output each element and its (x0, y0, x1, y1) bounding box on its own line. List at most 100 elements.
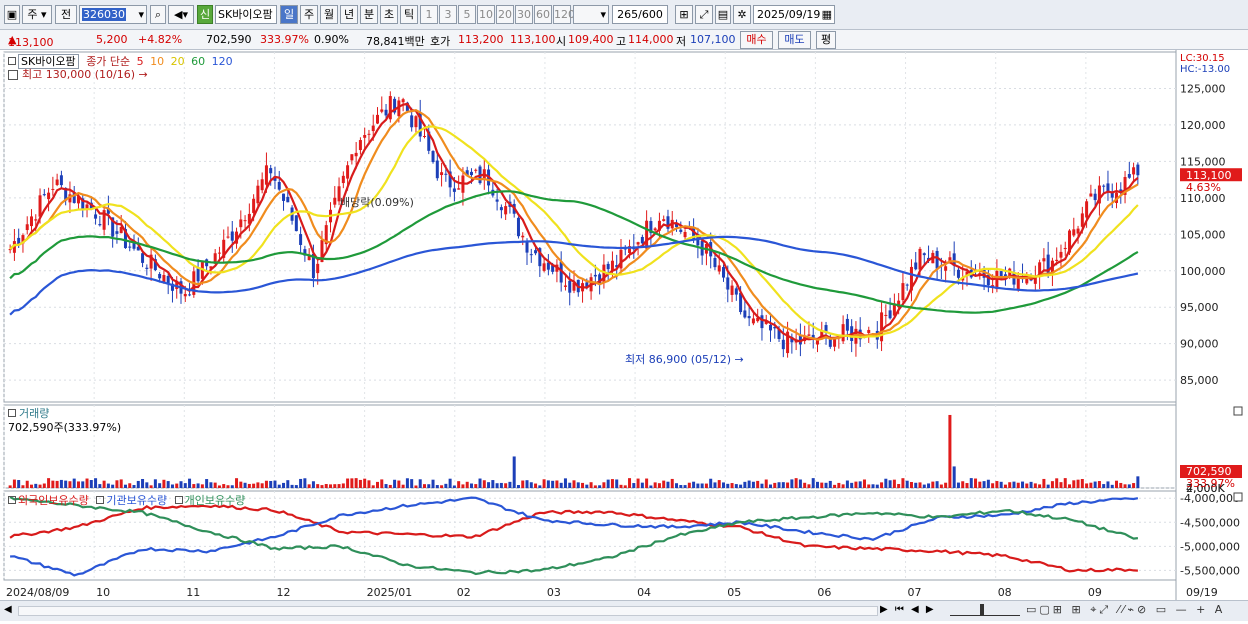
ma-120-label[interactable]: 120 (212, 55, 233, 68)
volume-bar (166, 481, 170, 488)
scroll-nav-icons[interactable]: ▶ ⏮ ◀ ▶ (880, 604, 936, 615)
tab-minute[interactable]: 분 (360, 5, 378, 24)
gear-icon[interactable]: ✲ (733, 5, 751, 24)
prev-button[interactable]: 전 (55, 5, 77, 24)
volume-bar (499, 482, 503, 488)
date-field[interactable]: 2025/09/19 ▦ (753, 5, 835, 24)
candle-body (94, 214, 98, 219)
interval-select[interactable]: ▾ (573, 5, 609, 24)
volume-bar (294, 485, 298, 488)
interval-1[interactable]: 1 (420, 5, 438, 24)
tab-tick[interactable]: 틱 (400, 5, 418, 24)
tab-month[interactable]: 월 (320, 5, 338, 24)
interval-5[interactable]: 5 (458, 5, 476, 24)
candle-body (431, 151, 435, 163)
stock-name-field: SK바이오팜 (215, 5, 277, 24)
checkbox-icon[interactable] (96, 496, 105, 504)
volume-bar (175, 483, 179, 488)
ma-60-label[interactable]: 60 (191, 55, 205, 68)
institution-holding-label[interactable]: 기관보유수량 (106, 494, 167, 507)
volume-bar (491, 480, 495, 488)
interval-60[interactable]: 60 (534, 5, 552, 24)
interval-20[interactable]: 20 (496, 5, 514, 24)
search-icon[interactable]: ⌕ (150, 5, 166, 24)
tab-week[interactable]: 주 (300, 5, 318, 24)
volume-bar (431, 479, 435, 488)
sell-button[interactable]: 매도 (778, 31, 811, 49)
draw-tool-icon[interactable]: ⤢ (695, 5, 713, 24)
dividend-annotation: 배당락(0.09%) (340, 196, 414, 209)
candle-body (243, 220, 247, 222)
volume-bar (1076, 479, 1080, 488)
scroll-track[interactable] (18, 606, 878, 616)
tab-year[interactable]: 년 (340, 5, 358, 24)
stock-chart[interactable]: 125,000120,000115,000110,000105,000100,0… (0, 50, 1248, 621)
candle-body (717, 265, 721, 272)
volume-bar (1132, 483, 1136, 488)
volume-bar (162, 479, 166, 488)
volume-bar (777, 482, 781, 488)
grid-toggle-icon[interactable] (8, 70, 18, 80)
volume-bar (264, 480, 268, 488)
volume-panel-close-icon[interactable] (1233, 406, 1243, 416)
ma-20-label[interactable]: 20 (171, 55, 185, 68)
candle-body (807, 334, 811, 336)
interval-120[interactable]: 120 (553, 5, 575, 24)
sound-icon[interactable]: ◀▾ (168, 5, 194, 24)
high-annotation-text: 최고 130,000 (10/16) (22, 68, 136, 81)
volume-bar (136, 480, 140, 488)
volume-bar (875, 484, 879, 488)
volume-bar (914, 482, 918, 488)
volume-bar (1029, 481, 1033, 488)
volume-bar (8, 485, 12, 488)
market-select-label: 주 (27, 8, 38, 21)
volume-bar (405, 478, 409, 488)
volume-bar (542, 479, 546, 488)
volume-bar (158, 483, 162, 488)
ma-10-label[interactable]: 10 (150, 55, 164, 68)
window-icon[interactable]: ▣ (4, 5, 20, 24)
chart-area[interactable]: 125,000 120,000 115,000 110,000 105,000 100,0… (0, 50, 1248, 621)
scroll-left-icon[interactable]: ◀ (4, 604, 16, 618)
stock-code-input[interactable]: 326030 ▾ (79, 5, 147, 24)
candle-body (645, 220, 649, 249)
volume-bar (106, 483, 110, 488)
foreign-holding-label[interactable]: 외국인보유수량 (18, 494, 89, 507)
chart-tool-icons[interactable]: ▭▢⊞ ⊞ ⌖⤢ ⁄⁄⌁⊘ ▭ — + A (1026, 603, 1225, 617)
volume-bar (1038, 484, 1042, 488)
interval-30[interactable]: 30 (515, 5, 533, 24)
volume-bar (905, 480, 909, 488)
checkbox-icon[interactable] (174, 496, 183, 504)
count-field[interactable]: 265/600 (612, 5, 668, 24)
count-total: /600 (638, 8, 663, 21)
candle-type-icon[interactable]: ⊞ (675, 5, 693, 24)
candle-body (944, 266, 948, 271)
zoom-slider[interactable] (950, 604, 1020, 616)
x-axis-label: 06 (817, 586, 831, 599)
zoom-handle[interactable] (980, 604, 984, 616)
market-select[interactable]: 주 ▾ (22, 5, 52, 24)
candle-body (1080, 213, 1084, 227)
checkbox-icon[interactable] (8, 57, 16, 65)
volume-bar (521, 480, 525, 488)
buy-button[interactable]: 매수 (740, 31, 773, 49)
candle-body (380, 109, 384, 112)
volume-bar (982, 481, 986, 488)
volume-bar (47, 478, 51, 488)
volume-bar (538, 485, 542, 488)
checkbox-icon[interactable] (8, 496, 16, 504)
tab-day[interactable]: 일 (280, 5, 298, 24)
avg-button[interactable]: 평 (816, 31, 836, 49)
holding-panel-close-icon[interactable] (1233, 492, 1243, 502)
volume-bar (824, 482, 828, 488)
interval-3[interactable]: 3 (439, 5, 457, 24)
quote-info-bar: 113,100 ▲ 5,200 +4.82% 702,590 333.97% 0… (0, 30, 1248, 50)
save-icon[interactable]: ▤ (715, 5, 731, 24)
volume-bar (414, 485, 418, 488)
tab-second[interactable]: 초 (380, 5, 398, 24)
candle-body (1046, 254, 1050, 275)
interval-10[interactable]: 10 (477, 5, 495, 24)
volume-bar (726, 483, 730, 488)
individual-holding-label[interactable]: 개인보유수량 (185, 494, 246, 507)
checkbox-icon[interactable] (8, 409, 16, 417)
